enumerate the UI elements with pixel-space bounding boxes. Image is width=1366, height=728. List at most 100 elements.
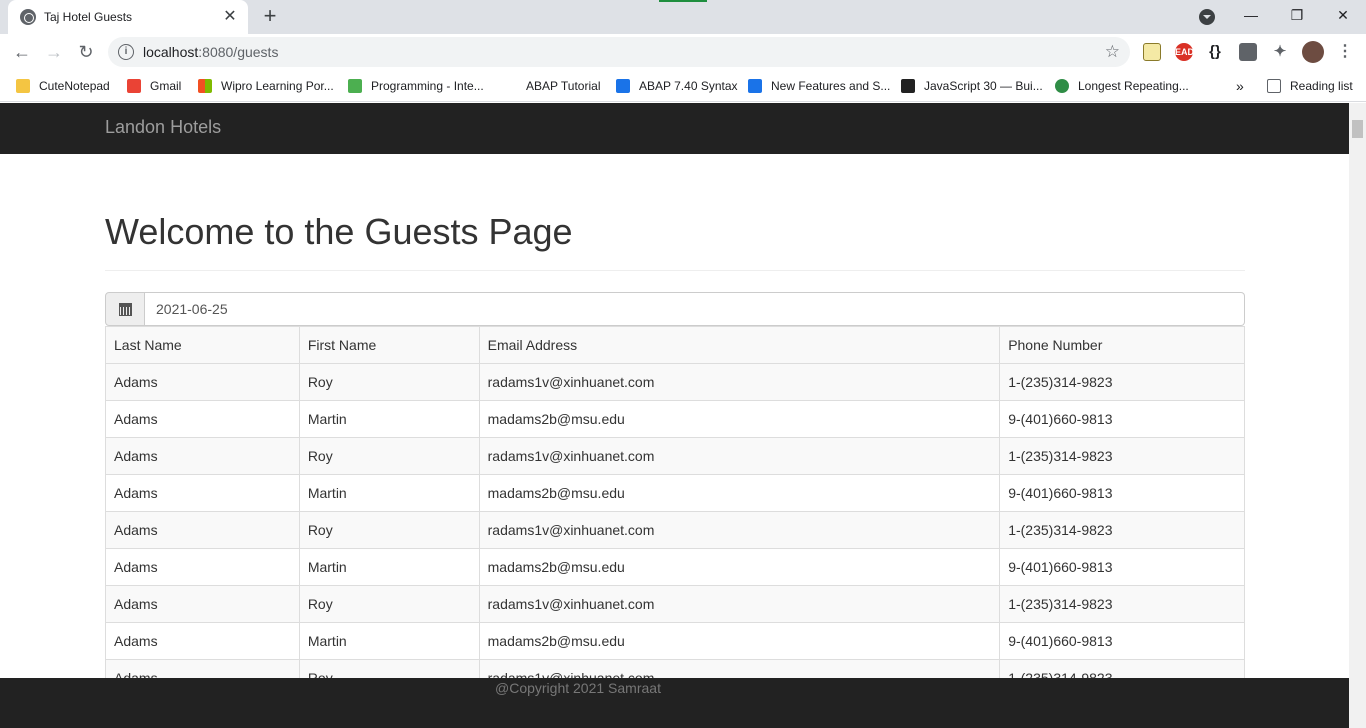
bookmark-item[interactable]: ABAP 7.40 Syntax	[616, 76, 738, 96]
eadp-extension-icon[interactable]: EAD	[1175, 43, 1194, 61]
scrollbar-thumb[interactable]	[1352, 120, 1363, 138]
page-scrollbar[interactable]	[1349, 103, 1366, 728]
bookmarks-bar: CuteNotepad Gmail Wipro Learning Por... …	[0, 70, 1366, 102]
table-cell: radams1v@xinhuanet.com	[478, 363, 1001, 401]
notes-extension-icon[interactable]	[1143, 43, 1161, 61]
table-row: AdamsRoyradams1v@xinhuanet.com1-(235)314…	[105, 511, 1245, 549]
url-text: localhost:8080/guests	[143, 44, 279, 60]
table-row: AdamsRoyradams1v@xinhuanet.com1-(235)314…	[105, 585, 1245, 623]
table-cell: Roy	[298, 437, 480, 475]
table-row: Adams Martin madams2b@msu.edu 9-(401)660-98…	[105, 622, 1245, 660]
microsoft-icon	[198, 79, 212, 93]
sap-icon	[616, 79, 630, 93]
extensions-puzzle-icon[interactable]: ✦	[1271, 43, 1289, 61]
table-cell: Roy	[298, 511, 480, 549]
table-row: Adams Martin madams2b@msu.edu 9-(401)660-98…	[105, 400, 1245, 438]
page-title: Welcome to the Guests Page	[105, 211, 573, 252]
table-cell: madams2b@msu.edu	[478, 400, 1001, 438]
date-input[interactable]	[145, 292, 1245, 326]
table-cell: Roy	[298, 585, 480, 623]
bookmark-item[interactable]: Gmail	[127, 76, 181, 96]
table-row: AdamsRoyradams1v@xinhuanet.com1-(235)314…	[105, 437, 1245, 475]
calendar-icon	[118, 302, 132, 316]
chart-icon	[348, 79, 362, 93]
gfg-icon	[1055, 79, 1069, 93]
table-cell: madams2b@msu.edu	[478, 548, 1001, 586]
table-cell: Adams	[105, 474, 300, 512]
site-navbar: Landon Hotels	[0, 103, 1349, 154]
folder-icon	[16, 79, 30, 93]
table-cell: radams1v@xinhuanet.com	[478, 511, 1001, 549]
bookmark-item[interactable]: New Features and S...	[748, 76, 890, 96]
table-cell: Martin	[298, 622, 480, 660]
reading-list-button[interactable]: Reading list	[1267, 76, 1353, 96]
column-header: Last Name	[105, 326, 300, 364]
table-cell: Martin	[298, 474, 480, 512]
bookmarks-overflow-button[interactable]: »	[1236, 76, 1244, 96]
reading-list-icon	[1267, 79, 1281, 93]
bookmark-item[interactable]: ABAP Tutorial	[503, 76, 600, 96]
address-bar[interactable]: i localhost:8080/guests ☆	[108, 37, 1130, 67]
site-info-icon[interactable]: i	[118, 44, 134, 60]
guests-table: Last Name First Name Email Address Phone…	[105, 326, 1245, 697]
globe-icon	[20, 9, 36, 25]
table-cell: Adams	[105, 437, 300, 475]
tab-search-icon[interactable]	[1199, 9, 1215, 25]
browser-tabstrip: Taj Hotel Guests ✕ + — ❐ ✕	[0, 0, 1366, 34]
table-header-row: Last Name First Name Email Address Phone…	[105, 326, 1245, 364]
bookmark-star-icon[interactable]: ☆	[1105, 42, 1120, 62]
table-cell: 9-(401)660-9813	[999, 474, 1245, 512]
column-header: Email Address	[478, 326, 1001, 364]
table-cell: 1-(235)314-9823	[999, 511, 1245, 549]
back-arrow-icon[interactable]: ←	[10, 40, 34, 64]
restore-button[interactable]: ❐	[1274, 0, 1320, 30]
calendar-button[interactable]	[105, 292, 145, 326]
divider	[105, 270, 1245, 271]
table-cell: 9-(401)660-9813	[999, 622, 1245, 660]
tab-close-button[interactable]: ✕	[222, 9, 238, 25]
forward-arrow-icon[interactable]: →	[42, 40, 66, 64]
table-cell: Adams	[105, 548, 300, 586]
avatar[interactable]	[1302, 41, 1324, 63]
table-row: Adams Martin madams2b@msu.edu 9-(401)660-98…	[105, 474, 1245, 512]
js30-icon	[901, 79, 915, 93]
column-header: First Name	[298, 326, 480, 364]
table-row: AdamsRoyradams1v@xinhuanet.com1-(235)314…	[105, 363, 1245, 401]
reload-icon[interactable]: ↻	[74, 40, 98, 64]
table-cell: Adams	[105, 585, 300, 623]
site-footer: @Copyright 2021 Samraat	[0, 678, 1349, 728]
more-menu-icon[interactable]: ⋮	[1336, 43, 1354, 61]
brand-link[interactable]: Landon Hotels	[105, 117, 221, 138]
table-cell: 1-(235)314-9823	[999, 363, 1245, 401]
table-cell: Adams	[105, 400, 300, 438]
table-cell: Adams	[105, 622, 300, 660]
table-cell: Martin	[298, 400, 480, 438]
table-cell: 9-(401)660-9813	[999, 400, 1245, 438]
table-cell: radams1v@xinhuanet.com	[478, 437, 1001, 475]
close-window-button[interactable]: ✕	[1320, 0, 1366, 30]
minimize-button[interactable]: —	[1228, 0, 1274, 30]
tab-title: Taj Hotel Guests	[44, 10, 133, 24]
table-cell: Adams	[105, 511, 300, 549]
bookmark-item[interactable]: Programming - Inte...	[348, 76, 484, 96]
column-header: Phone Number	[999, 326, 1245, 364]
table-cell: 1-(235)314-9823	[999, 585, 1245, 623]
new-tab-button[interactable]: +	[258, 5, 282, 29]
bookmark-item[interactable]: CuteNotepad	[16, 76, 110, 96]
table-cell: Adams	[105, 363, 300, 401]
browser-tab[interactable]: Taj Hotel Guests ✕	[8, 0, 248, 34]
table-cell: Roy	[298, 363, 480, 401]
date-picker	[105, 292, 1245, 326]
table-cell: radams1v@xinhuanet.com	[478, 585, 1001, 623]
browser-toolbar: ← → ↻ i localhost:8080/guests ☆ EAD {} ✦…	[0, 34, 1366, 70]
copyright-text: @Copyright 2021 Samraat	[495, 680, 661, 696]
bookmark-item[interactable]: Longest Repeating...	[1055, 76, 1189, 96]
bookmark-item[interactable]: JavaScript 30 — Bui...	[901, 76, 1043, 96]
bookmark-item[interactable]: Wipro Learning Por...	[198, 76, 334, 96]
profile-extension-icon[interactable]	[1239, 43, 1257, 61]
sap-icon	[748, 79, 762, 93]
table-cell: 9-(401)660-9813	[999, 548, 1245, 586]
table-cell: Martin	[298, 548, 480, 586]
json-extension-icon[interactable]: {}	[1206, 43, 1224, 61]
tab-indicator	[659, 0, 707, 2]
